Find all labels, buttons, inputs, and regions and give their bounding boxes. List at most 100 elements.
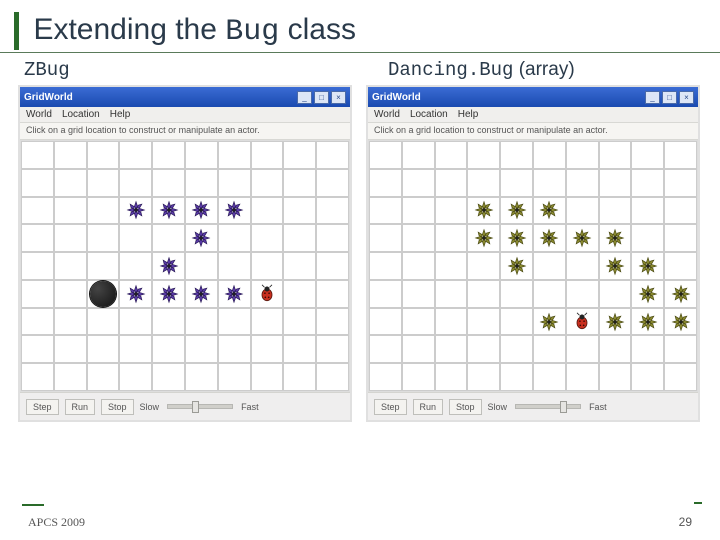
grid-cell[interactable] xyxy=(435,141,468,169)
flower-icon[interactable] xyxy=(507,200,527,220)
grid-cell[interactable] xyxy=(631,363,664,391)
grid-cell[interactable] xyxy=(533,252,566,280)
speed-slider[interactable] xyxy=(167,404,233,409)
grid-cell[interactable] xyxy=(402,141,435,169)
stop-button[interactable]: Stop xyxy=(449,399,482,415)
grid-cell[interactable] xyxy=(369,224,402,252)
grid-cell[interactable] xyxy=(533,335,566,363)
bug-icon[interactable] xyxy=(572,312,592,332)
menu-world[interactable]: World xyxy=(374,109,400,120)
grid-cell[interactable] xyxy=(566,252,599,280)
flower-icon[interactable] xyxy=(539,312,559,332)
grid-cell[interactable] xyxy=(467,335,500,363)
grid-cell[interactable] xyxy=(283,252,316,280)
grid-cell[interactable] xyxy=(500,169,533,197)
grid-cell[interactable] xyxy=(21,252,54,280)
flower-icon[interactable] xyxy=(638,284,658,304)
menu-location[interactable]: Location xyxy=(410,109,448,120)
grid-cell[interactable] xyxy=(664,141,697,169)
grid-cell[interactable] xyxy=(54,335,87,363)
grid-cell[interactable] xyxy=(218,308,251,336)
grid-cell[interactable] xyxy=(185,141,218,169)
flower-icon[interactable] xyxy=(671,284,691,304)
grid-cell[interactable] xyxy=(251,141,284,169)
grid-cell[interactable] xyxy=(316,335,349,363)
grid-cell[interactable] xyxy=(664,224,697,252)
grid-cell[interactable] xyxy=(54,308,87,336)
grid-cell[interactable] xyxy=(599,169,632,197)
grid-cell[interactable] xyxy=(283,197,316,225)
grid-cell[interactable] xyxy=(21,169,54,197)
menu-location[interactable]: Location xyxy=(62,109,100,120)
flower-icon[interactable] xyxy=(572,228,592,248)
grid-cell[interactable] xyxy=(218,224,251,252)
flower-icon[interactable] xyxy=(224,284,244,304)
grid-cell[interactable] xyxy=(566,280,599,308)
grid-cell[interactable] xyxy=(283,169,316,197)
grid-cell[interactable] xyxy=(500,363,533,391)
grid-cell[interactable] xyxy=(599,197,632,225)
grid-cell[interactable] xyxy=(119,141,152,169)
flower-icon[interactable] xyxy=(507,256,527,276)
rock-icon[interactable] xyxy=(92,283,114,305)
grid-cell[interactable] xyxy=(566,335,599,363)
grid-cell[interactable] xyxy=(664,169,697,197)
grid-cell[interactable] xyxy=(566,363,599,391)
flower-icon[interactable] xyxy=(671,312,691,332)
maximize-icon[interactable]: □ xyxy=(314,91,329,104)
grid-cell[interactable] xyxy=(435,308,468,336)
grid-cell[interactable] xyxy=(435,169,468,197)
grid-cell[interactable] xyxy=(54,280,87,308)
flower-icon[interactable] xyxy=(191,228,211,248)
grid-cell[interactable] xyxy=(369,197,402,225)
flower-icon[interactable] xyxy=(159,284,179,304)
flower-icon[interactable] xyxy=(474,228,494,248)
grid-cell[interactable] xyxy=(54,169,87,197)
minimize-icon[interactable]: _ xyxy=(645,91,660,104)
grid-cell[interactable] xyxy=(185,169,218,197)
grid-cell[interactable] xyxy=(54,363,87,391)
run-button[interactable]: Run xyxy=(65,399,96,415)
grid-cell[interactable] xyxy=(316,280,349,308)
grid-cell[interactable] xyxy=(500,280,533,308)
grid-cell[interactable] xyxy=(54,224,87,252)
grid-cell[interactable] xyxy=(54,252,87,280)
grid-cell[interactable] xyxy=(467,280,500,308)
step-button[interactable]: Step xyxy=(374,399,407,415)
grid-cell[interactable] xyxy=(566,169,599,197)
grid-cell[interactable] xyxy=(119,224,152,252)
grid-cell[interactable] xyxy=(119,363,152,391)
grid-left[interactable] xyxy=(20,140,350,392)
grid-cell[interactable] xyxy=(87,363,120,391)
grid-cell[interactable] xyxy=(54,141,87,169)
grid-cell[interactable] xyxy=(316,308,349,336)
grid-cell[interactable] xyxy=(316,169,349,197)
grid-cell[interactable] xyxy=(251,252,284,280)
grid-cell[interactable] xyxy=(152,141,185,169)
grid-cell[interactable] xyxy=(402,169,435,197)
grid-cell[interactable] xyxy=(283,224,316,252)
grid-cell[interactable] xyxy=(500,308,533,336)
grid-cell[interactable] xyxy=(402,197,435,225)
slider-thumb[interactable] xyxy=(560,401,567,413)
grid-cell[interactable] xyxy=(467,308,500,336)
grid-cell[interactable] xyxy=(402,280,435,308)
grid-cell[interactable] xyxy=(664,252,697,280)
grid-cell[interactable] xyxy=(316,363,349,391)
grid-cell[interactable] xyxy=(533,141,566,169)
menu-world[interactable]: World xyxy=(26,109,52,120)
grid-cell[interactable] xyxy=(533,280,566,308)
grid-cell[interactable] xyxy=(283,308,316,336)
grid-cell[interactable] xyxy=(152,224,185,252)
grid-cell[interactable] xyxy=(185,335,218,363)
grid-cell[interactable] xyxy=(566,141,599,169)
grid-cell[interactable] xyxy=(467,141,500,169)
stop-button[interactable]: Stop xyxy=(101,399,134,415)
flower-icon[interactable] xyxy=(539,200,559,220)
grid-cell[interactable] xyxy=(87,197,120,225)
grid-cell[interactable] xyxy=(283,335,316,363)
flower-icon[interactable] xyxy=(605,312,625,332)
grid-cell[interactable] xyxy=(152,169,185,197)
grid-cell[interactable] xyxy=(631,141,664,169)
grid-cell[interactable] xyxy=(402,308,435,336)
